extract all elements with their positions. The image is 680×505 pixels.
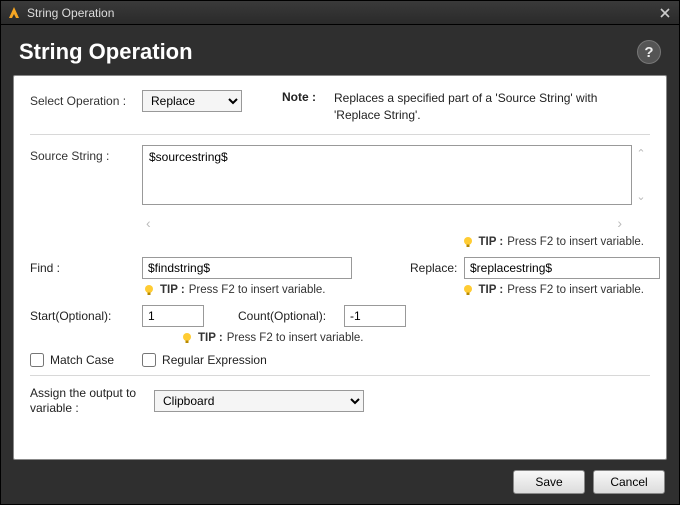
close-icon[interactable] — [657, 5, 673, 21]
regex-checkbox[interactable]: Regular Expression — [142, 353, 267, 367]
operation-label: Select Operation : — [30, 90, 142, 108]
source-label: Source String : — [30, 145, 142, 163]
lightbulb-icon — [180, 331, 194, 345]
lightbulb-icon — [142, 283, 156, 297]
note-block: Note : Replaces a specified part of a 'S… — [282, 90, 614, 124]
tip-source: TIP : Press F2 to insert variable. — [30, 235, 650, 249]
page-title: String Operation — [19, 39, 637, 65]
source-string-input[interactable] — [142, 145, 632, 205]
start-count-row: Start(Optional): Count(Optional): — [30, 305, 650, 327]
cancel-button[interactable]: Cancel — [593, 470, 665, 494]
count-input[interactable] — [344, 305, 406, 327]
find-input[interactable] — [142, 257, 352, 279]
start-input[interactable] — [142, 305, 204, 327]
scroll-down-icon[interactable]: ⌄ — [636, 190, 645, 203]
assign-select[interactable]: Clipboard — [154, 390, 364, 412]
find-replace-row: Find : Replace: — [30, 257, 650, 279]
divider — [30, 134, 650, 135]
operation-select[interactable]: Replace — [142, 90, 242, 112]
tip-label: TIP : — [479, 236, 504, 248]
lightbulb-icon — [461, 283, 475, 297]
help-button[interactable]: ? — [637, 40, 661, 64]
note-label: Note : — [282, 90, 334, 124]
titlebar: String Operation — [1, 1, 679, 25]
find-label: Find : — [30, 261, 142, 275]
tip-find: TIP : Press F2 to insert variable. — [142, 283, 461, 297]
match-case-label: Match Case — [50, 353, 114, 367]
tip-text: Press F2 to insert variable. — [507, 236, 644, 248]
textarea-scrollbar[interactable]: ⌃ ⌄ — [632, 145, 650, 205]
string-operation-dialog: String Operation String Operation ? Sele… — [0, 0, 680, 505]
tip-start-count: TIP : Press F2 to insert variable. — [180, 331, 650, 345]
match-case-checkbox[interactable]: Match Case — [30, 353, 114, 367]
assign-label: Assign the output to variable : — [30, 386, 154, 417]
replace-input[interactable] — [464, 257, 660, 279]
note-text: Replaces a specified part of a 'Source S… — [334, 90, 614, 124]
scroll-up-icon[interactable]: ⌃ — [636, 147, 645, 160]
textarea-h-scrollbar[interactable]: ‹ › — [142, 215, 642, 231]
dialog-header: String Operation ? — [1, 25, 679, 75]
dialog-footer: Save Cancel — [1, 460, 679, 504]
app-logo-icon — [7, 6, 21, 20]
regex-input[interactable] — [142, 353, 156, 367]
form-panel: Select Operation : Replace Note : Replac… — [13, 75, 667, 460]
checks-row: Match Case Regular Expression — [30, 353, 650, 367]
scroll-left-icon[interactable]: ‹ — [146, 215, 151, 231]
divider — [30, 375, 650, 376]
start-label: Start(Optional): — [30, 309, 142, 323]
match-case-input[interactable] — [30, 353, 44, 367]
titlebar-title: String Operation — [27, 6, 114, 20]
tip-replace: TIP : Press F2 to insert variable. — [461, 283, 651, 297]
operation-row: Select Operation : Replace Note : Replac… — [30, 90, 650, 124]
assign-row: Assign the output to variable : Clipboar… — [30, 386, 650, 417]
regex-label: Regular Expression — [162, 353, 267, 367]
scroll-right-icon[interactable]: › — [617, 215, 622, 231]
lightbulb-icon — [461, 235, 475, 249]
replace-label: Replace: — [410, 261, 464, 275]
source-row: Source String : ⌃ ⌄ — [30, 145, 650, 205]
count-label: Count(Optional): — [238, 309, 344, 323]
tips-find-replace: TIP : Press F2 to insert variable. TIP :… — [30, 279, 650, 305]
save-button[interactable]: Save — [513, 470, 585, 494]
